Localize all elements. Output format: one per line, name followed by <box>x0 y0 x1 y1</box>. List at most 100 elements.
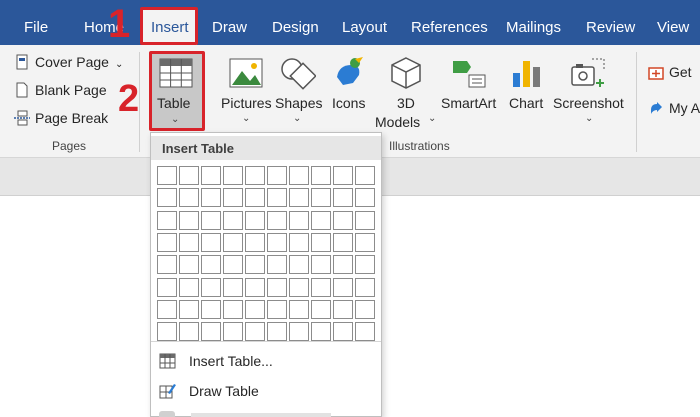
table-grid-cell[interactable] <box>355 255 375 275</box>
table-grid-cell[interactable] <box>289 166 309 185</box>
table-grid-cell[interactable] <box>311 255 331 275</box>
table-grid-cell[interactable] <box>157 166 177 185</box>
table-grid-cell[interactable] <box>201 255 221 275</box>
table-grid-cell[interactable] <box>311 210 331 230</box>
table-grid-cell[interactable] <box>355 188 375 208</box>
table-grid-cell[interactable] <box>179 277 199 297</box>
table-grid-cell[interactable] <box>157 299 177 319</box>
insert-table-menu-item[interactable]: Insert Table... <box>159 353 273 369</box>
table-grid-cell[interactable] <box>333 166 353 185</box>
table-grid-cell[interactable] <box>289 299 309 319</box>
table-grid-cell[interactable] <box>245 277 265 297</box>
table-grid-cell[interactable] <box>179 322 199 342</box>
table-grid-cell[interactable] <box>157 188 177 208</box>
table-grid-cell[interactable] <box>333 322 353 342</box>
table-grid-cell[interactable] <box>245 322 265 342</box>
table-grid-cell[interactable] <box>201 166 221 185</box>
tab-mailings[interactable]: Mailings <box>506 0 561 45</box>
table-grid-cell[interactable] <box>245 232 265 252</box>
table-grid-cell[interactable] <box>355 210 375 230</box>
table-grid-cell[interactable] <box>267 322 287 342</box>
tab-review[interactable]: Review <box>586 0 635 45</box>
cube-3d-icon <box>391 57 421 89</box>
page-break-button[interactable]: Page Break <box>14 110 108 126</box>
table-grid-cell[interactable] <box>311 166 331 185</box>
table-grid-cell[interactable] <box>333 299 353 319</box>
table-grid-cell[interactable] <box>333 210 353 230</box>
table-grid-cell[interactable] <box>333 232 353 252</box>
table-grid-cell[interactable] <box>311 299 331 319</box>
table-grid-cell[interactable] <box>267 255 287 275</box>
screenshot-icon <box>571 58 605 87</box>
table-grid-cell[interactable] <box>223 232 243 252</box>
get-addins-button[interactable]: Get <box>648 64 692 80</box>
table-grid-cell[interactable] <box>267 299 287 319</box>
table-grid-cell[interactable] <box>289 322 309 342</box>
table-grid-cell[interactable] <box>245 188 265 208</box>
table-grid-cell[interactable] <box>289 232 309 252</box>
my-addins-button[interactable]: My A <box>648 100 700 116</box>
table-grid-cell[interactable] <box>267 277 287 297</box>
table-grid-cell[interactable] <box>201 299 221 319</box>
table-grid-cell[interactable] <box>333 255 353 275</box>
table-grid-cell[interactable] <box>311 322 331 342</box>
table-grid-cell[interactable] <box>267 210 287 230</box>
table-grid-cell[interactable] <box>201 232 221 252</box>
table-grid-cell[interactable] <box>223 322 243 342</box>
table-grid-cell[interactable] <box>179 255 199 275</box>
tab-design[interactable]: Design <box>272 0 319 45</box>
draw-table-menu-item[interactable]: Draw Table <box>159 383 259 399</box>
table-grid-cell[interactable] <box>355 277 375 297</box>
blank-page-button[interactable]: Blank Page <box>14 82 107 98</box>
table-grid-cell[interactable] <box>355 232 375 252</box>
table-grid-cell[interactable] <box>157 322 177 342</box>
table-grid-cell[interactable] <box>157 210 177 230</box>
table-grid-cell[interactable] <box>179 232 199 252</box>
table-grid-cell[interactable] <box>223 210 243 230</box>
table-grid-cell[interactable] <box>223 255 243 275</box>
table-grid-cell[interactable] <box>245 255 265 275</box>
table-grid-cell[interactable] <box>245 166 265 185</box>
table-grid-cell[interactable] <box>311 277 331 297</box>
cover-page-label: Cover Page <box>35 54 109 70</box>
table-grid-cell[interactable] <box>355 299 375 319</box>
store-icon <box>648 67 664 80</box>
table-grid-cell[interactable] <box>311 188 331 208</box>
table-grid-cell[interactable] <box>267 166 287 185</box>
table-grid-cell[interactable] <box>157 255 177 275</box>
table-grid-cell[interactable] <box>289 210 309 230</box>
table-grid-cell[interactable] <box>157 277 177 297</box>
tab-file[interactable]: File <box>24 0 48 45</box>
table-grid-cell[interactable] <box>267 232 287 252</box>
table-grid-cell[interactable] <box>201 277 221 297</box>
tab-view[interactable]: View <box>657 0 689 45</box>
table-grid-cell[interactable] <box>223 166 243 185</box>
tab-layout[interactable]: Layout <box>342 0 387 45</box>
table-grid-cell[interactable] <box>289 277 309 297</box>
table-grid-cell[interactable] <box>179 166 199 185</box>
table-grid-cell[interactable] <box>245 210 265 230</box>
table-grid-cell[interactable] <box>179 299 199 319</box>
table-grid-cell[interactable] <box>289 188 309 208</box>
table-grid-cell[interactable] <box>223 188 243 208</box>
table-size-grid[interactable] <box>157 166 377 344</box>
table-grid-cell[interactable] <box>179 210 199 230</box>
cover-page-button[interactable]: Cover Page ⌄ <box>14 54 123 70</box>
table-grid-cell[interactable] <box>201 322 221 342</box>
table-grid-cell[interactable] <box>333 277 353 297</box>
table-grid-cell[interactable] <box>355 166 375 185</box>
table-grid-cell[interactable] <box>267 188 287 208</box>
table-grid-cell[interactable] <box>201 188 221 208</box>
tab-draw[interactable]: Draw <box>212 0 247 45</box>
table-grid-cell[interactable] <box>289 255 309 275</box>
table-grid-cell[interactable] <box>157 232 177 252</box>
table-grid-cell[interactable] <box>223 277 243 297</box>
table-grid-cell[interactable] <box>245 299 265 319</box>
table-grid-cell[interactable] <box>179 188 199 208</box>
table-grid-cell[interactable] <box>311 232 331 252</box>
table-grid-cell[interactable] <box>333 188 353 208</box>
tab-references[interactable]: References <box>411 0 488 45</box>
table-grid-cell[interactable] <box>355 322 375 342</box>
table-grid-cell[interactable] <box>201 210 221 230</box>
table-grid-cell[interactable] <box>223 299 243 319</box>
